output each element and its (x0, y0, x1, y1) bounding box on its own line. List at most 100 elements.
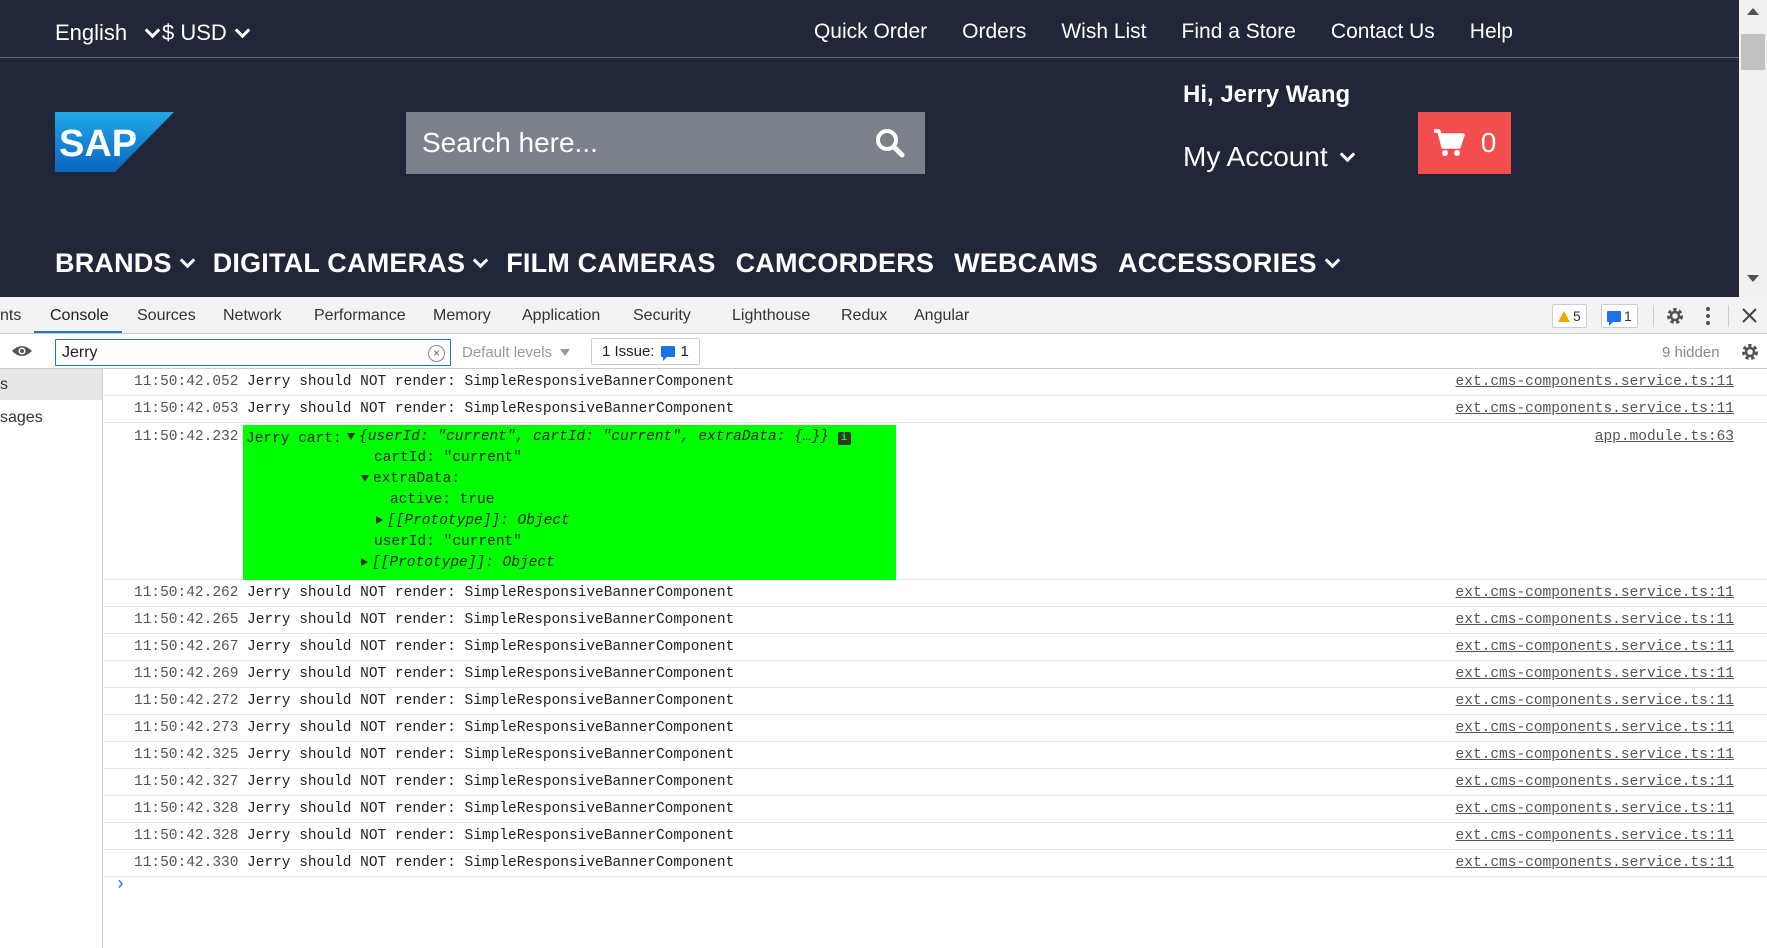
sidebar-item-selected[interactable]: s (0, 369, 102, 400)
find-store-link[interactable]: Find a Store (1182, 20, 1296, 44)
log-source-link[interactable]: ext.cms-components.service.ts:11 (1456, 401, 1734, 417)
tab-lighthouse[interactable]: Lighthouse (732, 307, 810, 325)
top-bar: English $ USD Quick Order Orders Wish Li… (0, 0, 1739, 58)
currency-label: $ USD (162, 20, 227, 45)
cart-log-row: 11:50:42.232 app.module.ts:63 Jerry cart… (104, 424, 1767, 580)
log-timestamp: 11:50:42.052 (134, 374, 239, 390)
issues-button[interactable]: 1 Issue: 1 (591, 338, 700, 365)
category-nav: BRANDS DIGITAL CAMERAS FILM CAMERAS CAMC… (55, 248, 1341, 279)
tab-security[interactable]: Security (633, 307, 691, 325)
console-settings-icon[interactable] (1740, 342, 1760, 362)
log-message: Jerry should NOT render: SimpleResponsiv… (247, 720, 735, 736)
log-row: 11:50:42.272 Jerry should NOT render: Si… (104, 688, 1767, 715)
tab-redux[interactable]: Redux (841, 307, 887, 325)
settings-gear-icon[interactable] (1665, 306, 1685, 326)
eye-icon[interactable] (11, 344, 33, 358)
info-icon: i (837, 432, 851, 445)
log-source-link[interactable]: ext.cms-components.service.ts:11 (1456, 774, 1734, 790)
tab-memory[interactable]: Memory (433, 307, 491, 325)
nav-label: CAMCORDERS (735, 248, 935, 278)
scroll-down-icon[interactable] (1747, 275, 1759, 282)
language-selector[interactable]: English (55, 20, 161, 46)
log-source-link[interactable]: ext.cms-components.service.ts:11 (1456, 828, 1734, 844)
cart-button[interactable]: 0 (1418, 112, 1511, 174)
help-link[interactable]: Help (1470, 20, 1513, 44)
top-links: Quick Order Orders Wish List Find a Stor… (814, 20, 1513, 44)
log-row: 11:50:42.053 Jerry should NOT render: Si… (104, 396, 1767, 423)
log-source-link[interactable]: ext.cms-components.service.ts:11 (1456, 612, 1734, 628)
log-source-link[interactable]: ext.cms-components.service.ts:11 (1456, 855, 1734, 871)
sidebar-item-messages[interactable]: sages (0, 409, 43, 427)
console-prompt[interactable]: › (115, 875, 126, 895)
log-row: 11:50:42.052 Jerry should NOT render: Si… (104, 369, 1767, 396)
log-timestamp: 11:50:42.325 (134, 747, 239, 763)
expand-arrow-icon (347, 433, 355, 440)
cart-object-summary[interactable]: {userId: "current", cartId: "current", e… (347, 429, 851, 445)
wish-list-link[interactable]: Wish List (1061, 20, 1146, 44)
log-source-link[interactable]: app.module.ts:63 (1595, 429, 1734, 445)
nav-label: ACCESSORIES (1118, 248, 1317, 278)
tab-network[interactable]: Network (223, 307, 282, 325)
prop-prototype-inner[interactable]: [[Prototype]]: Object (376, 513, 570, 529)
scrollbar-thumb[interactable] (1741, 34, 1765, 70)
tab-performance[interactable]: Performance (314, 307, 406, 325)
log-message: Jerry should NOT render: SimpleResponsiv… (247, 585, 735, 601)
prototype-label: [[Prototype]]: Object (387, 513, 570, 529)
message-icon (1607, 310, 1621, 326)
search-input[interactable] (406, 112, 856, 174)
nav-film-cameras[interactable]: FILM CAMERAS (506, 248, 715, 279)
log-message: Jerry should NOT render: SimpleResponsiv… (247, 666, 735, 682)
log-source-link[interactable]: ext.cms-components.service.ts:11 (1456, 693, 1734, 709)
log-source-link[interactable]: ext.cms-components.service.ts:11 (1456, 639, 1734, 655)
cart-object-highlight: Jerry cart: {userId: "current", cartId: … (243, 425, 896, 580)
my-account-menu[interactable]: My Account (1183, 141, 1356, 173)
console-filter-bar: × Default levels 1 Issue: 1 9 hidden (0, 334, 1767, 369)
nav-brands[interactable]: BRANDS (55, 248, 195, 279)
log-source-link[interactable]: ext.cms-components.service.ts:11 (1456, 666, 1734, 682)
tab-console[interactable]: Console (50, 307, 109, 325)
scroll-up-icon[interactable] (1747, 8, 1759, 15)
more-options-icon[interactable] (1704, 306, 1712, 326)
search-icon[interactable] (875, 128, 905, 158)
clear-filter-icon[interactable]: × (428, 345, 445, 362)
prop-extra-data[interactable]: extraData: (361, 471, 460, 487)
tab-elements[interactable]: nts (0, 307, 21, 325)
log-source-link[interactable]: ext.cms-components.service.ts:11 (1456, 585, 1734, 601)
storefront-header: English $ USD Quick Order Orders Wish Li… (0, 0, 1739, 297)
log-source-link[interactable]: ext.cms-components.service.ts:11 (1456, 374, 1734, 390)
sap-logo[interactable]: SAP (55, 112, 174, 172)
chevron-down-icon (179, 252, 195, 269)
nav-webcams[interactable]: WEBCAMS (954, 248, 1098, 279)
devtools-tabbar: nts Console Sources Network Performance … (0, 297, 1767, 334)
nav-camcorders[interactable]: CAMCORDERS (736, 248, 935, 279)
nav-digital-cameras[interactable]: DIGITAL CAMERAS (213, 248, 489, 279)
messages-badge[interactable]: 1 (1601, 304, 1638, 328)
my-account-label: My Account (1183, 141, 1328, 172)
nav-accessories[interactable]: ACCESSORIES (1118, 248, 1341, 279)
nav-label: BRANDS (55, 248, 172, 278)
prop-user-id: userId: "current" (374, 534, 522, 550)
currency-selector[interactable]: $ USD (162, 20, 251, 46)
quick-order-link[interactable]: Quick Order (814, 20, 927, 44)
prop-cart-id: cartId: "current" (374, 450, 522, 466)
log-row: 11:50:42.267 Jerry should NOT render: Si… (104, 634, 1767, 661)
prop-prototype-outer[interactable]: [[Prototype]]: Object (361, 555, 555, 571)
tab-sources[interactable]: Sources (137, 307, 196, 325)
toolbar-divider (1653, 305, 1654, 327)
warnings-badge[interactable]: 5 (1552, 304, 1587, 328)
close-icon[interactable] (1742, 308, 1757, 323)
tab-application[interactable]: Application (522, 307, 600, 325)
log-timestamp: 11:50:42.328 (134, 801, 239, 817)
log-source-link[interactable]: ext.cms-components.service.ts:11 (1456, 801, 1734, 817)
issues-count: 1 (680, 343, 689, 360)
log-source-link[interactable]: ext.cms-components.service.ts:11 (1456, 747, 1734, 763)
console-filter-input[interactable] (55, 339, 451, 366)
contact-us-link[interactable]: Contact Us (1331, 20, 1435, 44)
tab-angular[interactable]: Angular (914, 307, 969, 325)
warnings-count: 5 (1573, 308, 1581, 324)
orders-link[interactable]: Orders (962, 20, 1026, 44)
page-scrollbar[interactable] (1739, 0, 1767, 297)
log-source-link[interactable]: ext.cms-components.service.ts:11 (1456, 720, 1734, 736)
log-row: 11:50:42.328 Jerry should NOT render: Si… (104, 823, 1767, 850)
log-levels-dropdown[interactable]: Default levels (462, 344, 571, 361)
